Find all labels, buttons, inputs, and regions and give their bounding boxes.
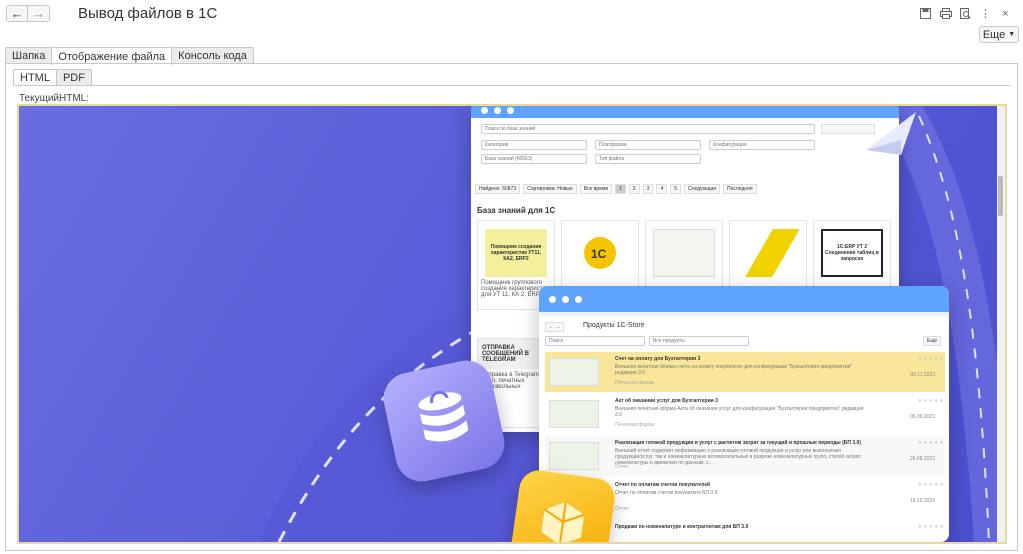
row-stars[interactable]: ★★★★★ [918, 398, 945, 404]
window-dot [562, 295, 569, 303]
row-desc: Внешняя печатная форма счета на оплату п… [615, 364, 853, 376]
store-row[interactable]: Акт об оказании услуг для Бухгалтерии 3 … [545, 394, 945, 434]
tab-html[interactable]: HTML [13, 69, 57, 86]
svg-text:1С: 1С [591, 247, 607, 261]
kb-card-image: 1C:ERP УТ 2 Соединение таблиц в запросах [821, 229, 883, 277]
kb-sort[interactable]: Сортировка: Новые [523, 184, 577, 194]
row-date: 06.11.2023 [910, 372, 935, 378]
print-icon[interactable] [938, 6, 953, 21]
row-thumbnail [549, 400, 599, 428]
row-desc: Внешний отчет содержит информацию о реал… [615, 448, 862, 466]
store-row[interactable]: Счет на оплату для Бухгалтерии 3 Внешняя… [545, 352, 945, 392]
store-nav[interactable]: ← → [545, 322, 565, 332]
title-bar: ← → Вывод файлов в 1С ⋮ × [0, 0, 1023, 24]
row-date: 26.08.2023 [909, 456, 935, 462]
kb-card-image [653, 229, 715, 277]
window-dot [481, 106, 488, 114]
nav-buttons: ← → [6, 5, 50, 22]
store-filter[interactable]: Все продукты [649, 336, 749, 346]
row-kind: Печатная форма [615, 380, 655, 386]
close-icon[interactable]: × [998, 6, 1013, 21]
paper-plane-icon [866, 112, 916, 155]
window-title: Вывод файлов в 1С [78, 5, 218, 22]
store-row[interactable]: Реализация готовой продукции и услуг с р… [545, 436, 945, 476]
more-button-label: Еще [982, 28, 1006, 41]
more-button[interactable]: Еще ▼ [979, 26, 1019, 43]
window-dot [549, 295, 556, 303]
scrollbar-thumb[interactable] [998, 176, 1003, 216]
html-document-field[interactable]: Поиск по базе знаний Категория Платформа… [17, 104, 1007, 544]
row-stars[interactable]: ★★★★★ [918, 482, 945, 488]
store-more-button[interactable]: Еще [923, 336, 942, 346]
kb-filter-base[interactable]: База знаний (60663) [481, 154, 587, 164]
kb-filter-configuration[interactable]: Конфигурация [709, 140, 815, 150]
chevron-down-icon: ▼ [1008, 31, 1016, 38]
row-desc: Отчет по оплатам счетов покупателя БП 3.… [615, 490, 718, 496]
window-dot [494, 106, 501, 114]
tab-code-console[interactable]: Консоль кода [171, 47, 254, 64]
kb-time[interactable]: Все время [579, 184, 613, 194]
vertical-scrollbar[interactable] [997, 106, 1005, 542]
preview-icon[interactable] [958, 6, 973, 21]
kb-page-2[interactable]: 2 [628, 184, 640, 194]
kb-page-5[interactable]: 5 [670, 184, 682, 194]
row-stars[interactable]: ★★★★★ [918, 356, 945, 362]
row-stars[interactable]: ★★★★★ [918, 524, 945, 530]
kb-next[interactable]: Следующая [684, 184, 721, 194]
menu-icon[interactable]: ⋮ [978, 6, 993, 21]
kb-page-1[interactable]: 1 [615, 184, 626, 194]
kb-toolbar: Найдено: 60873 Сортировка: Новые Все вре… [475, 184, 757, 194]
store-window-bar [539, 286, 949, 312]
kb-filter-category[interactable]: Категория [481, 140, 587, 150]
kb-filter-type[interactable]: Тип файла [595, 154, 701, 164]
store-search-input[interactable]: Поиск [545, 336, 645, 346]
save-icon[interactable] [918, 6, 933, 21]
field-label: ТекущийHTML: [19, 93, 89, 104]
window-dot [507, 106, 514, 114]
title-icons: ⋮ × [918, 6, 1013, 21]
kb-search-input[interactable]: Поиск по базе знаний [481, 124, 815, 134]
kb-title: База знаний для 1С [477, 206, 556, 215]
kb-page-3[interactable]: 3 [642, 184, 654, 194]
row-title: Акт об оказании услуг для Бухгалтерии 3 [615, 398, 718, 404]
box-icon [508, 467, 618, 542]
back-button[interactable]: ← [6, 5, 28, 22]
tab-panel: HTML PDF ТекущийHTML: Поиск по базе знан… [5, 63, 1018, 551]
html-panel: ТекущийHTML: Поиск по базе знаний Катего… [13, 85, 1010, 547]
row-date: 16.10.2023 [909, 498, 935, 504]
html-hero-image: Поиск по базе знаний Категория Платформа… [19, 106, 999, 542]
row-thumbnail [549, 358, 599, 386]
row-title: Продажи по номенклатуре и контрагентам д… [615, 524, 749, 530]
row-kind: Отчет [615, 506, 629, 512]
kb-found: Найдено: 60873 [475, 184, 521, 194]
kb-card-image: 1С [569, 229, 631, 277]
kb-card-image [737, 229, 799, 277]
window-dot [575, 295, 582, 303]
row-desc: Внешняя печатная форма Акта об оказании … [615, 406, 864, 418]
sub-tabs: HTML PDF [13, 69, 92, 86]
row-title: Реализация готовой продукции и услуг с р… [615, 440, 861, 446]
row-kind: Печатная форма [615, 422, 655, 428]
store-divider [539, 312, 949, 316]
forward-button[interactable]: → [28, 5, 50, 22]
kb-filter-platform[interactable]: Платформа [595, 140, 701, 150]
row-title: Счет на оплату для Бухгалтерии 3 [615, 356, 701, 362]
store-title: Продукты 1C-Store [583, 322, 645, 329]
kb-window-bar [471, 106, 899, 118]
kb-page-4[interactable]: 4 [656, 184, 668, 194]
tab-header[interactable]: Шапка [5, 47, 53, 64]
row-title: Отчет по оплатам счетов покупателей [615, 482, 711, 488]
row-stars[interactable]: ★★★★★ [918, 440, 945, 446]
row-thumbnail [549, 442, 599, 470]
kb-last[interactable]: Последняя [723, 184, 757, 194]
tab-pdf[interactable]: PDF [55, 69, 92, 86]
row-kind: Отчет [615, 464, 629, 470]
kb-card-image: Помощник создания характеристик УТ11, КА… [485, 229, 547, 277]
database-icon [378, 355, 510, 487]
row-date: 06.06.2023 [909, 414, 935, 420]
